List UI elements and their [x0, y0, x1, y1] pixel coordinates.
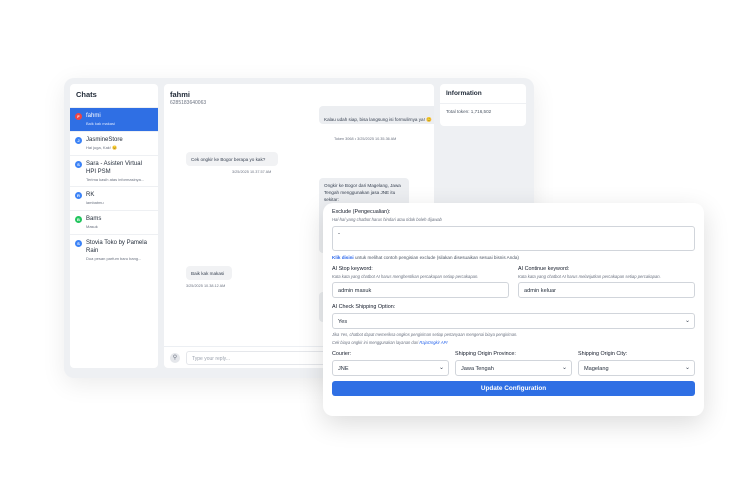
avatar: S	[75, 161, 82, 168]
chat-item-preview: Masuk	[86, 224, 98, 229]
conversation-header: fahmi 6285183640063	[164, 84, 434, 106]
avatar: F	[75, 113, 82, 120]
configuration-card: Exclude (Pengecualian): Hal-hal yang cha…	[323, 203, 704, 416]
chat-item-text: Stovia Toko by Pamela Rain Dua pesan parf…	[86, 239, 153, 261]
shipping-note-api: Cek biaya ongkir ini menggunakan layanan…	[332, 340, 695, 345]
update-configuration-button[interactable]: Update Configuration	[332, 381, 695, 396]
chat-item-name: fahmi	[86, 113, 101, 119]
exclude-hint: Hal-hal yang chatbot harus hindari atau …	[332, 217, 442, 222]
province-value: Jawa Tengah	[461, 366, 494, 372]
chat-list-item[interactable]: Ffahmi Baik kak makasi	[70, 107, 158, 131]
keyword-row: AI Stop keyword: Kata kata yang chatbot …	[332, 266, 695, 298]
shipping-note: Jika Yes, chatbot dapat memeriksa ongkos…	[332, 332, 518, 337]
province-select[interactable]: Jawa Tengah ⌄	[455, 360, 572, 376]
chat-item-name: RK	[86, 192, 95, 198]
city-group: Shipping Origin City: Magelang ⌄	[578, 351, 695, 376]
chat-list-item[interactable]: S Sara - Asisten Virtual HPI PSM Terima ka…	[70, 155, 158, 186]
avatar: J	[75, 137, 82, 144]
message-bubble: Kalau udah siap, bisa langsung isi formu…	[319, 106, 434, 124]
message-meta: 3/25/2025 10.38.12 AM	[186, 284, 226, 288]
chat-item-text: JasmineStore Hai juga, Kak! 😊	[86, 136, 123, 151]
information-panel: Information Total token: 1,716,502	[440, 84, 526, 126]
stop-keyword-group: AI Stop keyword: Kata kata yang chatbot …	[332, 266, 509, 298]
shipping-option-select[interactable]: Yes ⌄	[332, 313, 695, 329]
continue-keyword-group: AI Continue keyword: Kata kata yang chat…	[518, 266, 695, 298]
shipping-option-group: AI Check Shipping Option: Yes ⌄ Jika Yes…	[332, 304, 695, 345]
chat-list-item[interactable]: S Stovia Toko by Pamela Rain Dua pesan par…	[70, 234, 158, 265]
city-value: Magelang	[584, 366, 609, 372]
chat-list-item[interactable]: R RK lambatmu	[70, 186, 158, 210]
chat-item-text: RK lambatmu	[86, 191, 104, 206]
chat-item-name: Stovia Toko by Pamela Rain	[86, 240, 147, 254]
province-group: Shipping Origin Province: Jawa Tengah ⌄	[455, 351, 572, 376]
chat-list-item[interactable]: J JasmineStore Hai juga, Kak! 😊	[70, 131, 158, 155]
total-token: Total token: 1,716,502	[446, 109, 492, 114]
chat-item-name: Sara - Asisten Virtual HPI PSM	[86, 161, 142, 175]
continue-keyword-label: AI Continue keyword:	[518, 266, 570, 272]
chats-panel: Chats Ffahmi Baik kak makasi J JasmineStore…	[70, 84, 158, 368]
chat-list: Ffahmi Baik kak makasi J JasmineStore Hai ju…	[70, 107, 158, 265]
avatar: B	[75, 216, 82, 223]
chevron-down-icon: ⌄	[684, 365, 690, 371]
continue-keyword-input[interactable]: admin keluar	[518, 282, 695, 298]
shipping-option-label: AI Check Shipping Option:	[332, 304, 396, 310]
courier-label: Courier:	[332, 351, 352, 357]
message-bubble: Baik kak makasi	[186, 266, 232, 280]
chat-item-preview: Dua pesan parfum baru bang...	[86, 256, 142, 261]
chat-item-preview: Baik kak makasi	[86, 121, 115, 126]
paperclip-icon[interactable]: ⚲	[170, 352, 180, 363]
chevron-down-icon: ⌄	[561, 365, 567, 371]
shipping-option-value: Yes	[338, 319, 348, 325]
avatar: S	[75, 240, 82, 247]
courier-value: JNE	[338, 366, 349, 372]
chat-item-preview: Terima kasih atas informasinya...	[86, 177, 145, 182]
chevron-down-icon: ⌄	[438, 365, 444, 371]
stage: Chats Ffahmi Baik kak makasi J JasmineStore…	[0, 0, 750, 500]
exclude-help-line: Klik disini untuk melihat contoh pengisi…	[332, 255, 695, 260]
continue-keyword-hint: Kata kata yang chatbot AI harus melanjut…	[518, 274, 661, 279]
chat-list-item[interactable]: B Bams Masuk	[70, 210, 158, 234]
chat-item-name: JasmineStore	[86, 137, 123, 143]
message-meta: 3/25/2025 10.37.57 AM	[232, 170, 272, 174]
chat-item-name: Bams	[86, 216, 102, 222]
stop-keyword-label: AI Stop keyword:	[332, 266, 373, 272]
chat-item-preview: Hai juga, Kak! 😊	[86, 145, 117, 150]
chat-item-preview: lambatmu	[86, 200, 104, 205]
avatar: R	[75, 192, 82, 199]
rajaongkir-link[interactable]: RajaOngkir API	[419, 340, 447, 345]
city-select[interactable]: Magelang ⌄	[578, 360, 695, 376]
shipping-origin-row: Courier: JNE ⌄ Shipping Origin Province:…	[332, 351, 695, 376]
information-title: Information	[440, 84, 526, 104]
chat-item-text: fahmi Baik kak makasi	[86, 112, 115, 127]
chat-item-text: Sara - Asisten Virtual HPI PSM Terima kas…	[86, 160, 153, 182]
courier-group: Courier: JNE ⌄	[332, 351, 449, 376]
contact-name: fahmi	[170, 90, 191, 99]
chevron-down-icon: ⌄	[684, 318, 690, 324]
courier-select[interactable]: JNE ⌄	[332, 360, 449, 376]
province-label: Shipping Origin Province:	[455, 351, 516, 357]
exclude-example-link[interactable]: Klik disini	[332, 255, 354, 260]
exclude-help-text: untuk melihat contoh pengisian exclude (…	[353, 255, 519, 260]
stop-keyword-input[interactable]: admin masuk	[332, 282, 509, 298]
chat-item-text: Bams Masuk	[86, 215, 101, 230]
message-bubble: Cek ongkir ke Bogor berapa yo kak?	[186, 152, 278, 166]
exclude-textarea[interactable]: -	[332, 226, 695, 251]
stop-keyword-hint: Kata kata yang chatbot AI harus menghent…	[332, 274, 479, 279]
city-label: Shipping Origin City:	[578, 351, 628, 357]
exclude-label: Exclude (Pengecualian):	[332, 209, 391, 215]
shipping-note-text: Cek biaya ongkir ini menggunakan layanan…	[332, 340, 420, 345]
message-meta: Token 3068 • 3/25/2025 10.35.36 AM	[334, 137, 397, 141]
chats-title: Chats	[76, 90, 97, 99]
